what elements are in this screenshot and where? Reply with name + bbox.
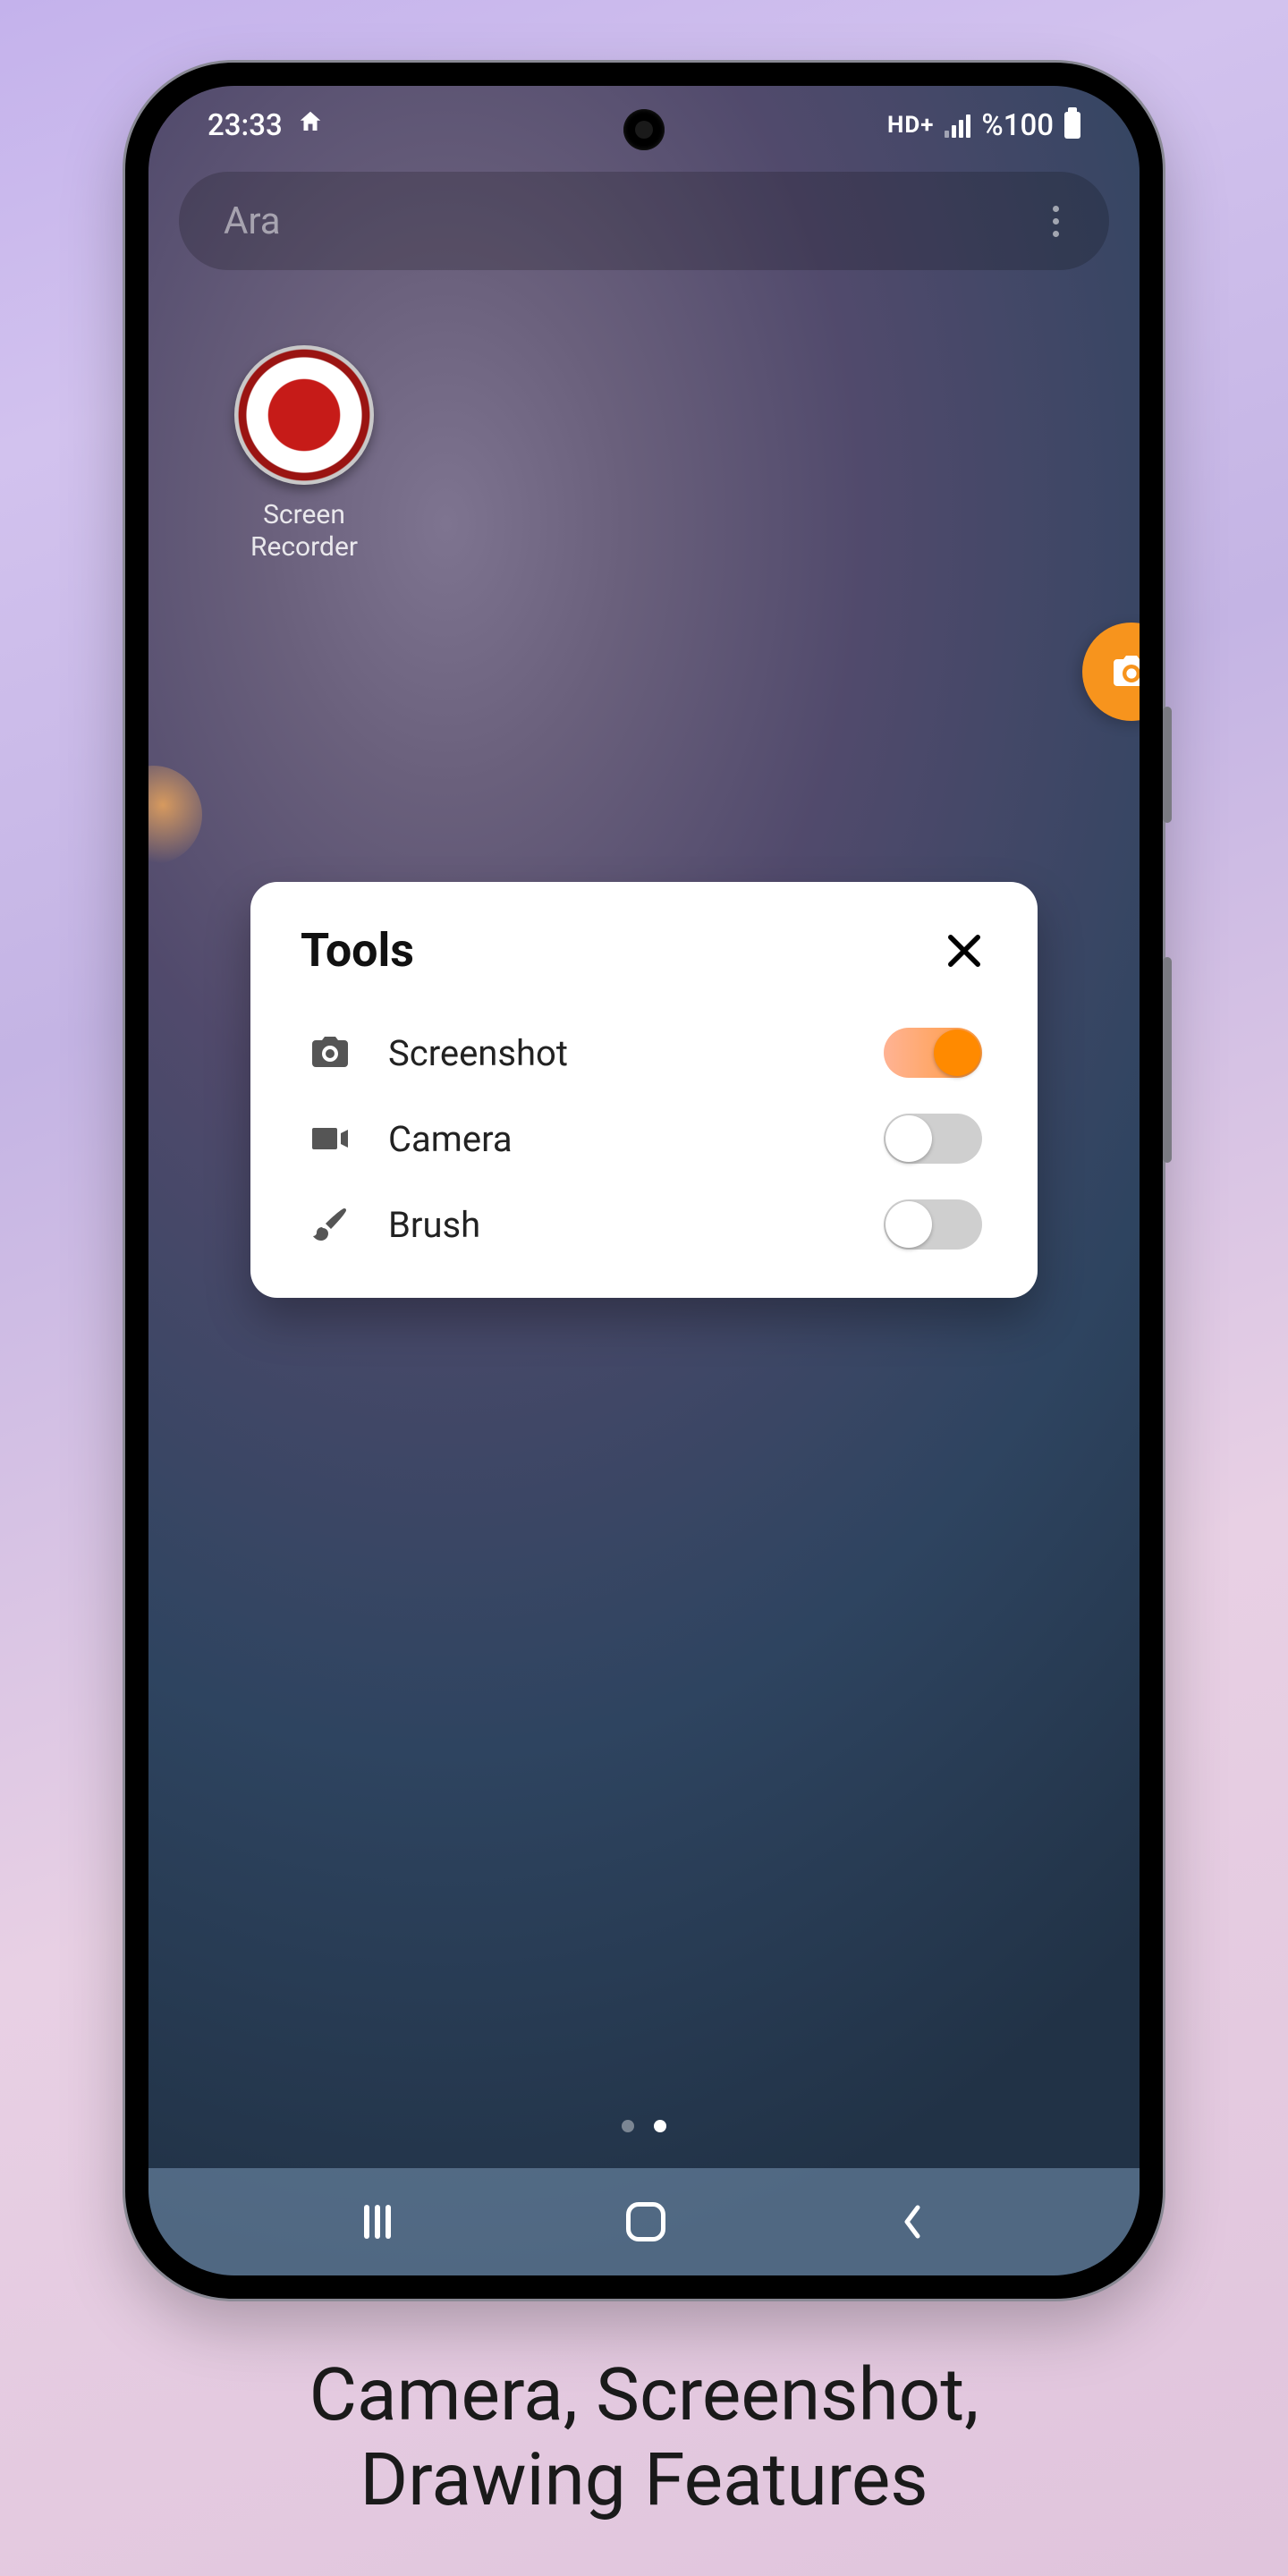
back-button[interactable] xyxy=(901,2202,924,2241)
camera-toggle[interactable] xyxy=(884,1114,982,1164)
app-label: Screen Recorder xyxy=(215,499,394,564)
navigation-bar xyxy=(148,2168,1140,2275)
signal-icon xyxy=(945,113,970,138)
home-button[interactable] xyxy=(626,2202,665,2241)
network-badge: HD+ xyxy=(887,112,934,139)
screenshot-toggle[interactable] xyxy=(884,1028,982,1078)
record-icon xyxy=(234,345,374,485)
floating-screenshot-button[interactable] xyxy=(1082,623,1140,721)
tool-label: Camera xyxy=(388,1118,850,1160)
search-bar[interactable]: Ara xyxy=(179,172,1109,270)
page-indicator[interactable] xyxy=(622,2120,666,2132)
front-camera-icon xyxy=(623,109,665,150)
battery-text: %100 xyxy=(981,108,1054,143)
app-shortcut[interactable]: Screen Recorder xyxy=(215,345,394,564)
promo-page: 23:33 HD+ %100 Ara xyxy=(0,0,1288,2576)
page-dot[interactable] xyxy=(654,2120,666,2132)
phone-screen: 23:33 HD+ %100 Ara xyxy=(148,86,1140,2275)
tools-dialog: Tools Screenshot xyxy=(250,882,1038,1298)
camera-photo-icon xyxy=(306,1031,354,1074)
home-icon xyxy=(297,108,324,143)
phone-frame: 23:33 HD+ %100 Ara xyxy=(125,63,1163,2299)
battery-icon xyxy=(1064,112,1080,139)
video-camera-icon xyxy=(306,1117,354,1160)
tool-label: Brush xyxy=(388,1204,850,1246)
tool-row-brush: Brush xyxy=(301,1182,987,1267)
tool-row-screenshot: Screenshot xyxy=(301,1010,987,1096)
brush-toggle[interactable] xyxy=(884,1199,982,1250)
status-time: 23:33 xyxy=(208,108,283,143)
page-dot[interactable] xyxy=(622,2120,634,2132)
search-placeholder: Ara xyxy=(224,199,281,243)
close-button[interactable] xyxy=(941,928,987,974)
phone-side-button xyxy=(1163,957,1172,1163)
tool-label: Screenshot xyxy=(388,1032,850,1074)
dialog-title: Tools xyxy=(301,923,414,978)
tool-row-camera: Camera xyxy=(301,1096,987,1182)
more-menu-icon[interactable] xyxy=(1047,200,1064,242)
brush-icon xyxy=(306,1203,354,1246)
floating-glow-icon xyxy=(148,766,202,864)
phone-side-button xyxy=(1163,707,1172,823)
recents-button[interactable] xyxy=(364,2205,391,2239)
promo-caption: Camera, Screenshot, Drawing Features xyxy=(0,2353,1288,2522)
